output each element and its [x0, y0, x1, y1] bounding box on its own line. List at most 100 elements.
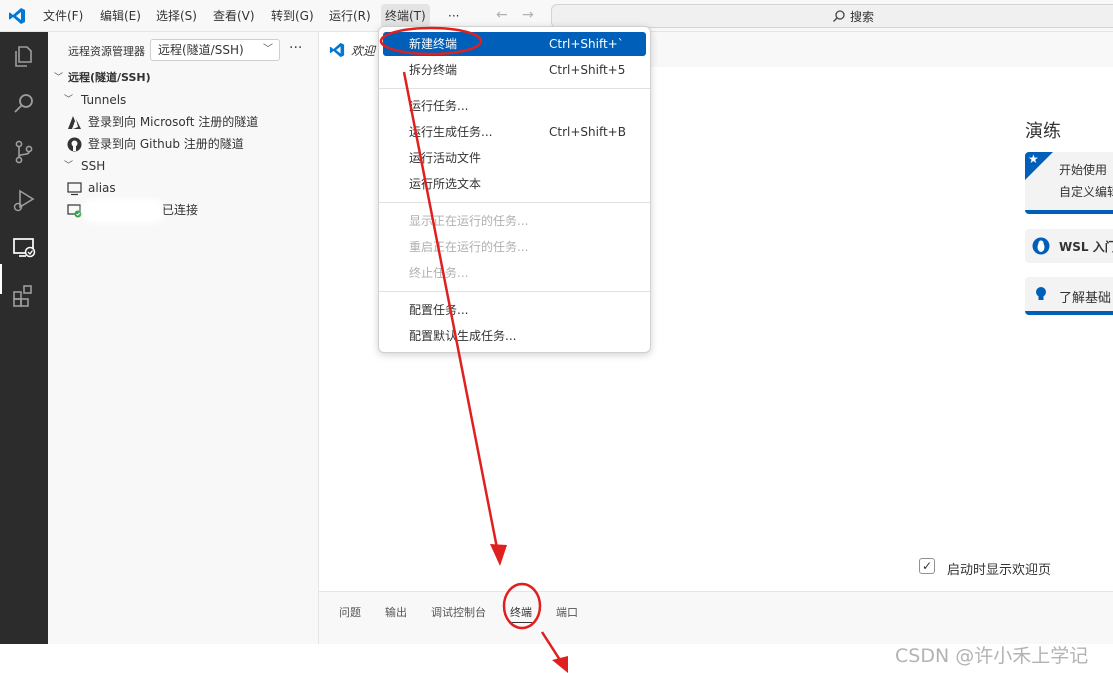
- card-title: 了解基础: [1059, 291, 1112, 306]
- menu-item-configure-default-build-task[interactable]: 配置默认生成任务...: [383, 324, 646, 348]
- menu-item-run-build-task[interactable]: 运行生成任务... Ctrl+Shift+B: [383, 120, 646, 144]
- menu-item-run-active-file[interactable]: 运行活动文件: [383, 146, 646, 170]
- extensions-icon[interactable]: [10, 282, 38, 310]
- tree-item-ssh[interactable]: ﹀ SSH: [48, 155, 319, 177]
- tab-welcome-label: 欢迎: [351, 44, 376, 58]
- menu-item-split-terminal[interactable]: 拆分终端 Ctrl+Shift+5: [383, 58, 646, 82]
- vscode-logo-icon: [329, 42, 345, 58]
- menu-item-label: 运行生成任务...: [409, 125, 493, 139]
- forward-arrow-icon[interactable]: →: [522, 7, 534, 23]
- chevron-down-icon: ﹀: [263, 44, 273, 55]
- card-title: 开始使用: [1059, 163, 1108, 177]
- menu-edit[interactable]: 编辑(E): [96, 0, 145, 32]
- section-remote-label: 远程(隧道/SSH): [68, 71, 151, 84]
- tree-item-microsoft-tunnel[interactable]: 登录到向 Microsoft 注册的隧道: [48, 111, 319, 133]
- ssh-host-row[interactable]: 已连接: [48, 199, 319, 221]
- chevron-down-icon: ﹀: [64, 95, 74, 105]
- menu-go[interactable]: 转到(G): [267, 0, 318, 32]
- arrow-head-downward: [552, 656, 568, 673]
- menu-run[interactable]: 运行(R): [325, 0, 375, 32]
- menu-item-shortcut: Ctrl+Shift+`: [549, 37, 624, 51]
- activity-bar: [0, 32, 48, 644]
- menu-item-new-terminal[interactable]: 新建终端 Ctrl+Shift+`: [383, 32, 646, 56]
- chevron-down-icon: ﹀: [64, 161, 74, 171]
- menu-item-label: 显示正在运行的任务...: [409, 214, 529, 228]
- menu-selection[interactable]: 选择(S): [152, 0, 201, 32]
- menu-separator: [379, 291, 650, 292]
- card-title: WSL 入门: [1059, 240, 1113, 254]
- card-subtitle: 自定义编辑: [1059, 185, 1113, 199]
- menu-item-label: 配置任务...: [409, 303, 469, 317]
- tunnel-item-label: 登录到向 Github 注册的隧道: [88, 137, 244, 151]
- explorer-icon[interactable]: [10, 42, 38, 70]
- section-remote-header[interactable]: ﹀ 远程(隧道/SSH): [48, 67, 319, 89]
- tab-ports[interactable]: 端口: [556, 604, 578, 620]
- redacted-host-name: [86, 203, 161, 219]
- menu-separator: [379, 88, 650, 89]
- vscode-logo-icon: [9, 8, 25, 24]
- menu-item-label: 运行任务...: [409, 99, 469, 113]
- remote-type-select[interactable]: 远程(隧道/SSH) ﹀: [150, 39, 280, 61]
- show-welcome-checkbox[interactable]: ✓: [919, 558, 935, 574]
- remote-explorer-sidebar: 远程资源管理器 远程(隧道/SSH) ﹀ ··· ﹀ 远程(隧道/SSH) ﹀ …: [48, 32, 319, 644]
- walkthrough-card[interactable]: 了解基础: [1025, 277, 1113, 315]
- walkthrough-card[interactable]: WSL 入门: [1025, 229, 1113, 263]
- back-arrow-icon[interactable]: ←: [496, 7, 508, 23]
- ssh-host-row[interactable]: alias: [48, 177, 319, 199]
- menu-item-shortcut: Ctrl+Shift+5: [549, 63, 626, 77]
- azure-icon: [68, 116, 81, 129]
- card-progress-bar: [1025, 311, 1113, 315]
- menu-item-shortcut: Ctrl+Shift+B: [549, 125, 626, 139]
- active-view-indicator: [0, 264, 2, 294]
- walkthroughs-title: 演练: [1025, 121, 1061, 142]
- menu-item-configure-tasks[interactable]: 配置任务...: [383, 298, 646, 322]
- menu-item-run-selected-text[interactable]: 运行所选文本: [383, 172, 646, 196]
- menu-terminal[interactable]: 终端(T): [381, 4, 430, 28]
- tab-terminal[interactable]: 终端: [510, 604, 532, 623]
- connected-monitor-icon: [67, 204, 82, 218]
- menu-separator: [379, 202, 650, 203]
- tree-item-tunnels[interactable]: ﹀ Tunnels: [48, 89, 319, 111]
- show-welcome-label: 启动时显示欢迎页: [947, 563, 1052, 578]
- search-placeholder: 搜索: [850, 10, 875, 24]
- menu-item-label: 配置默认生成任务...: [409, 329, 517, 343]
- menu-item-label: 终止任务...: [409, 266, 469, 280]
- github-icon: [67, 137, 82, 152]
- tunnel-item-label: 登录到向 Microsoft 注册的隧道: [88, 115, 259, 129]
- remote-type-value: 远程(隧道/SSH): [158, 43, 244, 57]
- tunnels-label: Tunnels: [81, 93, 127, 107]
- linux-penguin-icon: [1032, 237, 1050, 255]
- menu-view[interactable]: 查看(V): [209, 0, 259, 32]
- lightbulb-icon: [1036, 287, 1046, 300]
- remote-explorer-icon[interactable]: [10, 234, 38, 262]
- tree-item-github-tunnel[interactable]: 登录到向 Github 注册的隧道: [48, 133, 319, 155]
- run-debug-icon[interactable]: [10, 186, 38, 214]
- tab-output[interactable]: 输出: [385, 604, 407, 620]
- menu-item-label: 运行所选文本: [409, 177, 482, 191]
- menu-file[interactable]: 文件(F): [39, 0, 87, 32]
- star-icon: ★: [1028, 152, 1039, 166]
- menu-item-terminate-task: 终止任务...: [383, 261, 646, 285]
- walkthrough-card[interactable]: ★ 开始使用 自定义编辑: [1025, 152, 1113, 214]
- menu-item-run-task[interactable]: 运行任务...: [383, 94, 646, 118]
- csdn-watermark: CSDN @许小禾上学记: [895, 645, 1089, 667]
- terminal-menu: 新建终端 Ctrl+Shift+` 拆分终端 Ctrl+Shift+5 运行任务…: [378, 26, 651, 353]
- command-center-search[interactable]: 搜索: [551, 4, 1113, 28]
- search-view-icon[interactable]: [10, 90, 38, 118]
- chevron-down-icon: ﹀: [54, 73, 64, 83]
- menu-item-show-running-tasks: 显示正在运行的任务...: [383, 209, 646, 233]
- card-progress-bar: [1025, 210, 1113, 214]
- tab-debug-console[interactable]: 调试控制台: [431, 604, 486, 620]
- menu-item-label: 新建终端: [409, 37, 458, 51]
- ssh-label: SSH: [81, 159, 106, 173]
- ssh-host-name: alias: [88, 181, 116, 195]
- menu-item-label: 重启正在运行的任务...: [409, 240, 529, 254]
- tab-problems[interactable]: 问题: [339, 604, 361, 620]
- sidebar-more-button[interactable]: ···: [289, 40, 302, 56]
- sidebar-title: 远程资源管理器: [68, 45, 145, 58]
- monitor-icon: [67, 182, 82, 196]
- menu-item-restart-running-task: 重启正在运行的任务...: [383, 235, 646, 259]
- bottom-panel: 问题 输出 调试控制台 终端 端口: [319, 591, 1113, 644]
- source-control-icon[interactable]: [10, 138, 38, 166]
- menu-item-label: 拆分终端: [409, 63, 458, 77]
